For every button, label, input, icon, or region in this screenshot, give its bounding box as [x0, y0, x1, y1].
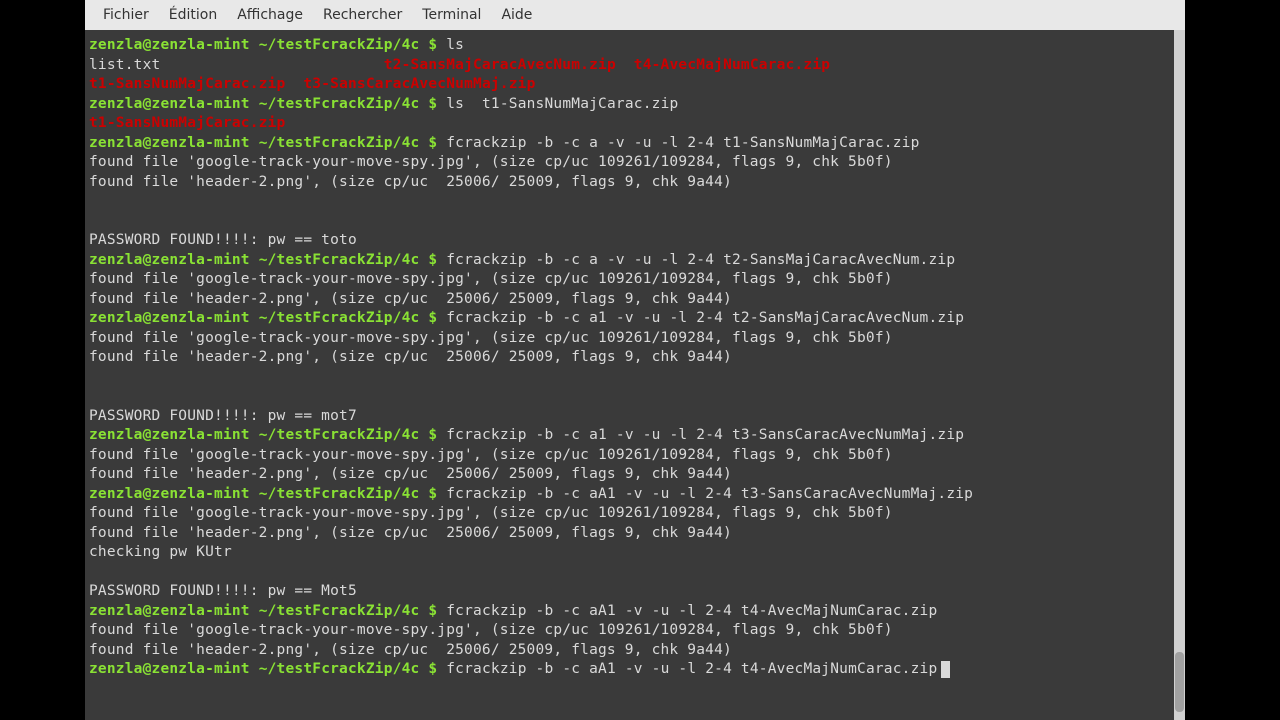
- ls-output-zip: t2-SansMajCaracAvecNum.zip: [384, 57, 616, 73]
- terminal-output[interactable]: zenzla@zenzla-mint ~/testFcrackZip/4c $ …: [85, 30, 1185, 720]
- ls-output-file: list.txt: [89, 57, 160, 73]
- prompt-user: zenzla@zenzla-mint: [89, 661, 250, 677]
- password-found: PASSWORD FOUND!!!!: pw == toto: [89, 232, 357, 248]
- menubar: Fichier Édition Affichage Rechercher Ter…: [85, 0, 1185, 30]
- command: fcrackzip -b -c aA1 -v -u -l 2-4 t4-Avec…: [446, 603, 937, 619]
- output-line: found file 'header-2.png', (size cp/uc 2…: [89, 349, 732, 365]
- prompt-user: zenzla@zenzla-mint: [89, 135, 250, 151]
- ls-output-zip: t4-AvecMajNumCarac.zip: [634, 57, 830, 73]
- menu-view[interactable]: Affichage: [227, 3, 313, 27]
- prompt-symbol: $: [428, 427, 437, 443]
- output-line: found file 'header-2.png', (size cp/uc 2…: [89, 466, 732, 482]
- prompt-path: ~/testFcrackZip/4c: [259, 603, 420, 619]
- prompt-user: zenzla@zenzla-mint: [89, 486, 250, 502]
- output-line: found file 'google-track-your-move-spy.j…: [89, 271, 893, 287]
- output-line: found file 'google-track-your-move-spy.j…: [89, 330, 893, 346]
- command: fcrackzip -b -c aA1 -v -u -l 2-4 t3-Sans…: [446, 486, 973, 502]
- prompt-path: ~/testFcrackZip/4c: [259, 310, 420, 326]
- password-found: PASSWORD FOUND!!!!: pw == mot7: [89, 408, 357, 424]
- prompt-user: zenzla@zenzla-mint: [89, 603, 250, 619]
- ls-output-zip: t1-SansNumMajCarac.zip: [89, 115, 285, 131]
- prompt-symbol: $: [428, 486, 437, 502]
- menu-search[interactable]: Rechercher: [313, 3, 412, 27]
- output-line: found file 'google-track-your-move-spy.j…: [89, 505, 893, 521]
- prompt-symbol: $: [428, 135, 437, 151]
- prompt-symbol: $: [428, 252, 437, 268]
- prompt-user: zenzla@zenzla-mint: [89, 252, 250, 268]
- prompt-user: zenzla@zenzla-mint: [89, 37, 250, 53]
- prompt-user: zenzla@zenzla-mint: [89, 427, 250, 443]
- password-found: PASSWORD FOUND!!!!: pw == Mot5: [89, 583, 357, 599]
- scrollbar[interactable]: [1174, 30, 1185, 720]
- command: fcrackzip -b -c aA1 -v -u -l 2-4 t4-Avec…: [446, 661, 937, 677]
- output-line: found file 'header-2.png', (size cp/uc 2…: [89, 174, 732, 190]
- prompt-symbol: $: [428, 96, 437, 112]
- output-line: found file 'header-2.png', (size cp/uc 2…: [89, 642, 732, 658]
- ls-output-zip: t3-SansCaracAvecNumMaj.zip: [303, 76, 535, 92]
- prompt-symbol: $: [428, 661, 437, 677]
- prompt-symbol: $: [428, 37, 437, 53]
- command: fcrackzip -b -c a -v -u -l 2-4 t1-SansNu…: [446, 135, 919, 151]
- prompt-path: ~/testFcrackZip/4c: [259, 135, 420, 151]
- letterbox-left: [0, 0, 85, 720]
- menu-edit[interactable]: Édition: [159, 3, 227, 27]
- output-line: found file 'google-track-your-move-spy.j…: [89, 622, 893, 638]
- menu-help[interactable]: Aide: [491, 3, 542, 27]
- ls-output-zip: t1-SansNumMajCarac.zip: [89, 76, 285, 92]
- command: fcrackzip -b -c a1 -v -u -l 2-4 t3-SansC…: [446, 427, 964, 443]
- prompt-symbol: $: [428, 310, 437, 326]
- output-line: found file 'header-2.png', (size cp/uc 2…: [89, 525, 732, 541]
- prompt-user: zenzla@zenzla-mint: [89, 310, 250, 326]
- prompt-path: ~/testFcrackZip/4c: [259, 486, 420, 502]
- terminal-window: Fichier Édition Affichage Rechercher Ter…: [85, 0, 1185, 720]
- command: fcrackzip -b -c a1 -v -u -l 2-4 t2-SansM…: [446, 310, 964, 326]
- command: fcrackzip -b -c a -v -u -l 2-4 t2-SansMa…: [446, 252, 955, 268]
- prompt-path: ~/testFcrackZip/4c: [259, 37, 420, 53]
- command: ls t1-SansNumMajCarac.zip: [446, 96, 678, 112]
- command: ls: [446, 37, 464, 53]
- prompt-path: ~/testFcrackZip/4c: [259, 661, 420, 677]
- menu-file[interactable]: Fichier: [93, 3, 159, 27]
- output-line: found file 'header-2.png', (size cp/uc 2…: [89, 291, 732, 307]
- prompt-symbol: $: [428, 603, 437, 619]
- output-line: found file 'google-track-your-move-spy.j…: [89, 447, 893, 463]
- cursor: [941, 661, 950, 678]
- prompt-path: ~/testFcrackZip/4c: [259, 427, 420, 443]
- output-line: found file 'google-track-your-move-spy.j…: [89, 154, 893, 170]
- output-line: checking pw KUtr: [89, 544, 232, 560]
- prompt-path: ~/testFcrackZip/4c: [259, 96, 420, 112]
- scrollbar-thumb[interactable]: [1175, 652, 1184, 712]
- prompt-path: ~/testFcrackZip/4c: [259, 252, 420, 268]
- letterbox-right: [1185, 0, 1280, 720]
- menu-terminal[interactable]: Terminal: [412, 3, 491, 27]
- prompt-user: zenzla@zenzla-mint: [89, 96, 250, 112]
